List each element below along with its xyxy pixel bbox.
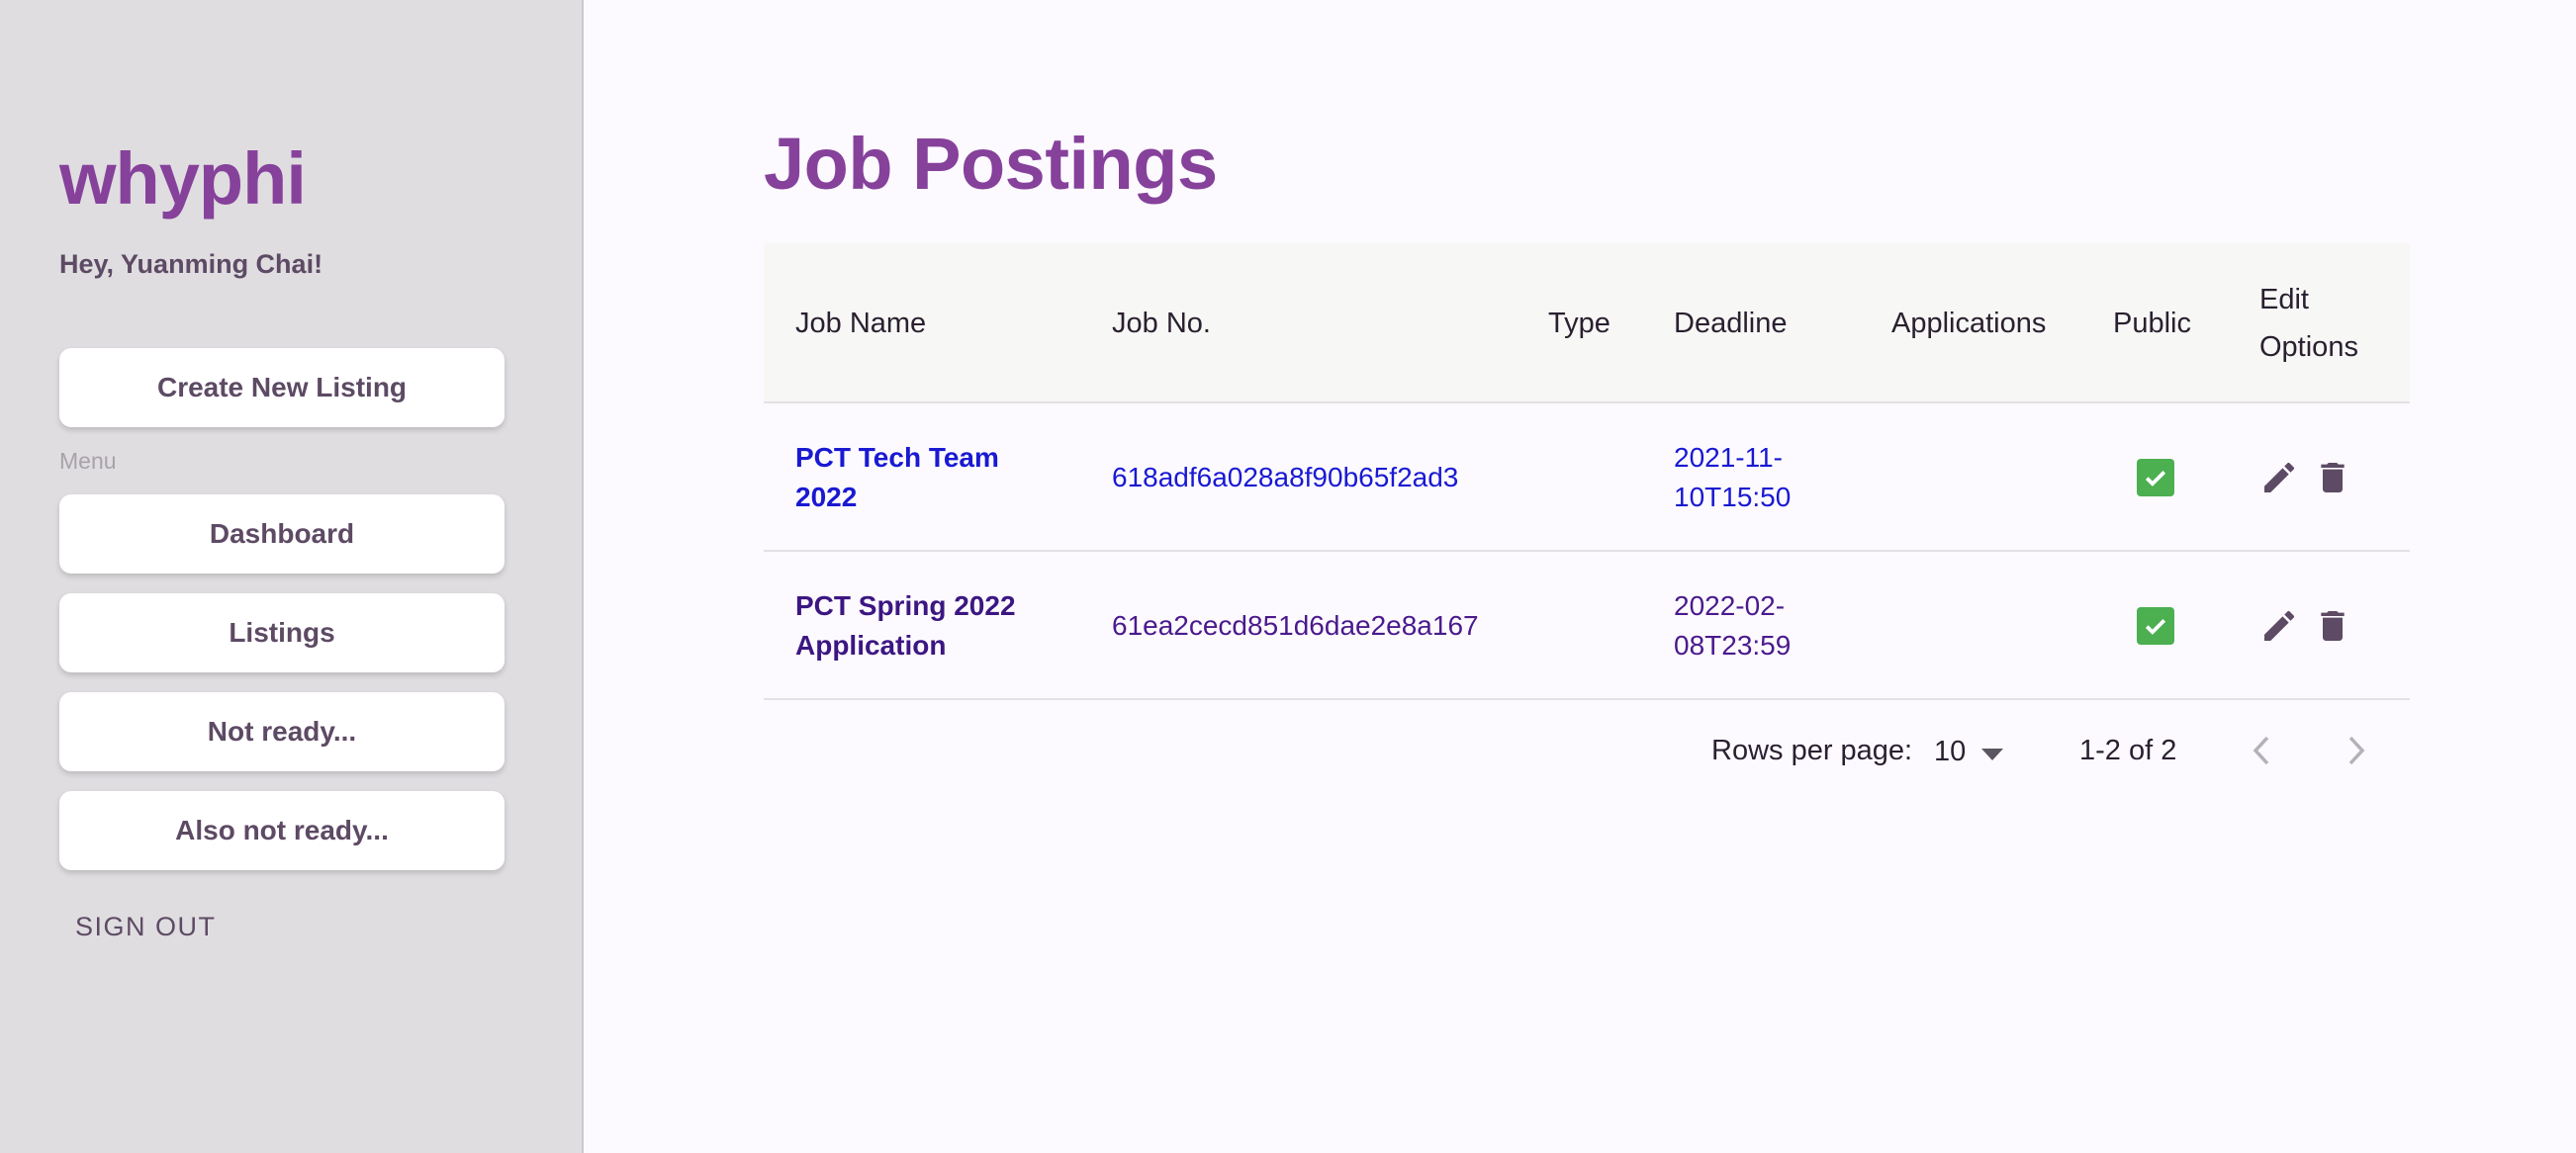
deadline-line1: 2021-11- <box>1674 442 1784 473</box>
sidebar-item-also-not-ready[interactable]: Also not ready... <box>59 791 505 870</box>
caret-down-icon <box>1981 736 2004 768</box>
public-cell <box>2137 403 2174 552</box>
sidebar-item-listings[interactable]: Listings <box>59 593 505 672</box>
job-name-line2[interactable]: 2022 <box>795 478 857 517</box>
chevron-right-icon[interactable] <box>2345 732 2368 774</box>
checkbox-checked-icon[interactable] <box>2137 459 2174 496</box>
rows-per-page-label: Rows per page: <box>1711 735 1913 766</box>
trash-icon[interactable] <box>2313 605 2352 647</box>
job-name-cell[interactable]: PCT Tech Team 2022 <box>795 403 999 552</box>
deadline-cell: 2021-11- 10T15:50 <box>1674 403 1791 552</box>
job-number-cell[interactable]: 618adf6a028a8f90b65f2ad3 <box>1112 403 1458 552</box>
sidebar-item-dashboard[interactable]: Dashboard <box>59 494 505 574</box>
edit-options-cell <box>2259 403 2352 552</box>
greeting-text: Hey, Yuanming Chai! <box>59 249 323 279</box>
deadline-cell: 2022-02- 08T23:59 <box>1674 552 1791 700</box>
column-header-deadline[interactable]: Deadline <box>1674 243 1787 403</box>
job-name-line2[interactable]: Application <box>795 626 946 665</box>
sidebar-item-label: Not ready... <box>207 716 357 747</box>
sidebar: whyphi Hey, Yuanming Chai! Create New Li… <box>0 0 584 1153</box>
job-name-line1[interactable]: PCT Tech Team <box>795 438 999 478</box>
pencil-icon[interactable] <box>2259 606 2299 646</box>
app-root: whyphi Hey, Yuanming Chai! Create New Li… <box>0 0 2576 1153</box>
pencil-icon[interactable] <box>2259 458 2299 497</box>
table-row: PCT Tech Team 2022 618adf6a028a8f90b65f2… <box>764 403 2410 552</box>
deadline-line2: 10T15:50 <box>1674 482 1792 512</box>
edit-options-line1: Edit <box>2259 284 2309 315</box>
brand-logo: whyphi <box>59 137 307 220</box>
column-header-type[interactable]: Type <box>1548 243 1610 403</box>
column-header-job-name[interactable]: Job Name <box>795 243 926 403</box>
sidebar-item-label: Dashboard <box>209 518 355 549</box>
create-listing-label: Create New Listing <box>156 372 408 402</box>
edit-options-line2: Options <box>2259 331 2358 363</box>
sign-out-button[interactable]: SIGN OUT <box>75 912 217 942</box>
column-header-job-no[interactable]: Job No. <box>1112 243 1211 403</box>
table-header: Job Name Job No. Type Deadline Applicati… <box>764 243 2410 403</box>
column-header-edit-options: Edit Options <box>2259 243 2358 403</box>
sidebar-item-label: Listings <box>229 617 335 648</box>
checkbox-checked-icon[interactable] <box>2137 607 2174 645</box>
rows-per-page-select[interactable]: 10 <box>1934 729 2004 774</box>
job-name-line1[interactable]: PCT Spring 2022 <box>795 586 1016 626</box>
sidebar-item-not-ready[interactable]: Not ready... <box>59 692 505 771</box>
column-header-public[interactable]: Public <box>2113 243 2191 403</box>
column-header-applications[interactable]: Applications <box>1891 243 2046 403</box>
trash-icon[interactable] <box>2313 457 2352 498</box>
table-row: PCT Spring 2022 Application 61ea2cecd851… <box>764 552 2410 700</box>
job-postings-table: Job Name Job No. Type Deadline Applicati… <box>764 243 2410 700</box>
deadline-line2: 08T23:59 <box>1674 630 1792 661</box>
edit-options-cell <box>2259 552 2352 700</box>
chevron-left-icon[interactable] <box>2250 732 2273 774</box>
rows-per-page-value: 10 <box>1934 735 1967 767</box>
create-listing-button[interactable]: Create New Listing <box>59 348 505 427</box>
menu-label: Menu <box>59 448 117 474</box>
public-cell <box>2137 552 2174 700</box>
sidebar-item-label: Also not ready... <box>175 815 389 845</box>
deadline-line1: 2022-02- <box>1674 590 1786 621</box>
job-name-cell[interactable]: PCT Spring 2022 Application <box>795 552 1016 700</box>
page-title: Job Postings <box>764 123 1218 205</box>
pagination-range: 1-2 of 2 <box>2079 735 2177 766</box>
job-number-cell[interactable]: 61ea2cecd851d6dae2e8a167 <box>1112 552 1479 700</box>
